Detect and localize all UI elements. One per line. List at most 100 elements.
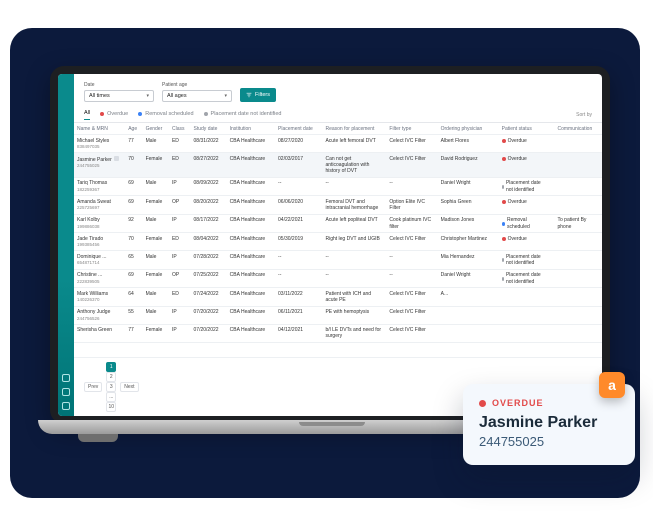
cell-institution: CBA Healthcare	[227, 214, 275, 233]
table-row[interactable]: Michael Styles83849703577MaleED08/31/202…	[74, 135, 602, 153]
col-gender[interactable]: Gender	[143, 123, 169, 135]
cell-class: IP	[169, 177, 191, 196]
cell-status: Overdue	[499, 233, 555, 251]
date-filter-select[interactable]: All times ▾	[84, 90, 154, 102]
col-physician[interactable]: Ordering physician	[438, 123, 499, 135]
cell-study: 07/25/2022	[191, 269, 227, 288]
status-dot-icon	[502, 222, 505, 226]
table-row[interactable]: Sherisha Green77FemaleIP07/20/2022CBA He…	[74, 324, 602, 343]
cell-reason: --	[322, 251, 386, 270]
cell-reason: b/l LE DVTs and need for surgery	[322, 324, 386, 343]
cell-reason: --	[322, 269, 386, 288]
table-row[interactable]: Dominique ...65487171465MaleIP07/28/2022…	[74, 251, 602, 270]
col-institution[interactable]: Institution	[227, 123, 275, 135]
col-class[interactable]: Class	[169, 123, 191, 135]
cell-placement: --	[275, 177, 322, 196]
filters-button[interactable]: Filters	[240, 88, 276, 102]
side-rail	[58, 74, 74, 416]
col-age[interactable]: Age	[125, 123, 142, 135]
cell-status: Placement date not identified	[499, 269, 555, 288]
cell-institution: CBA Healthcare	[227, 251, 275, 270]
cell-communication	[555, 269, 603, 288]
col-filter-type[interactable]: Filter type	[386, 123, 437, 135]
pager-prev[interactable]: Prev	[84, 382, 102, 392]
table-row[interactable]: Jade Tirado19938545670FemaleED08/04/2022…	[74, 233, 602, 251]
table-row[interactable]: Mark Williams14022637064MaleED07/24/2022…	[74, 288, 602, 307]
cell-age: 70	[125, 153, 142, 178]
col-placement[interactable]: Placement date	[275, 123, 322, 135]
cell-filter-type: Celect IVC Filter	[386, 135, 437, 153]
table-row[interactable]: Anthony Judge24475652655MaleIP07/20/2022…	[74, 306, 602, 324]
settings-icon[interactable]	[62, 402, 70, 410]
table-row[interactable]: Amanda Sweat22572569769FemaleOP08/20/202…	[74, 196, 602, 215]
cell-placement: --	[275, 269, 322, 288]
cell-communication	[555, 153, 603, 178]
pager-page[interactable]: ...	[106, 392, 116, 402]
cell-gender: Female	[143, 269, 169, 288]
tab-overdue[interactable]: Overdue	[100, 111, 128, 120]
status-dot-icon	[502, 139, 506, 143]
cell-age: 69	[125, 269, 142, 288]
pager-page[interactable]: 2	[106, 372, 116, 382]
col-name[interactable]: Name & MRN	[74, 123, 125, 135]
cell-name: Jade Tirado199385456	[74, 233, 125, 251]
cell-status	[499, 288, 555, 307]
cell-gender: Male	[143, 214, 169, 233]
cell-gender: Female	[143, 153, 169, 178]
pager-page[interactable]: 3	[106, 382, 116, 392]
cell-physician: Christopher Martinez	[438, 233, 499, 251]
table-row[interactable]: Christine ...22283950569FemaleOP07/25/20…	[74, 269, 602, 288]
col-study[interactable]: Study date	[191, 123, 227, 135]
tab-placement-unknown[interactable]: Placement date not identified	[204, 111, 282, 120]
status-dot-icon	[502, 185, 504, 189]
cell-class: IP	[169, 324, 191, 343]
col-reason[interactable]: Reason for placement	[322, 123, 386, 135]
age-filter-label: Patient age	[162, 82, 232, 88]
col-patient-status[interactable]: Patient status	[499, 123, 555, 135]
cell-filter-type: Celect IVC Filter	[386, 306, 437, 324]
cell-gender: Male	[143, 135, 169, 153]
cell-class: OP	[169, 196, 191, 215]
tab-all[interactable]: All	[84, 110, 90, 120]
cell-physician	[438, 324, 499, 343]
date-filter-label: Date	[84, 82, 154, 88]
laptop-foot	[78, 434, 118, 442]
cell-reason: Acute left femoral DVT	[322, 135, 386, 153]
cell-reason: Can not get anticoagulation with history…	[322, 153, 386, 178]
cell-study: 07/20/2022	[191, 324, 227, 343]
pager-next[interactable]: Next	[120, 382, 138, 392]
status-dot-icon	[502, 200, 506, 204]
col-communication[interactable]: Communication	[555, 123, 603, 135]
cell-class: IP	[169, 306, 191, 324]
cell-age: 70	[125, 233, 142, 251]
cell-gender: Male	[143, 177, 169, 196]
cell-placement: 04/12/2021	[275, 324, 322, 343]
pager-page[interactable]: 1	[106, 362, 116, 372]
tab-removal-scheduled[interactable]: Removal scheduled	[138, 111, 193, 120]
cell-name: Christine ...222839505	[74, 269, 125, 288]
cell-name: Dominique ...654871714	[74, 251, 125, 270]
cell-class: ED	[169, 153, 191, 178]
cell-placement: 06/06/2020	[275, 196, 322, 215]
age-filter-value: All ages	[167, 93, 187, 99]
table-row[interactable]: Tariq Thomas18225936769MaleIP08/09/2022C…	[74, 177, 602, 196]
cell-age: 64	[125, 288, 142, 307]
cell-physician	[438, 306, 499, 324]
cell-status: Placement date not identified	[499, 177, 555, 196]
cell-study: 08/20/2022	[191, 196, 227, 215]
chevron-down-icon: ▾	[224, 93, 227, 99]
cell-placement: 05/30/2019	[275, 233, 322, 251]
date-filter-value: All times	[89, 93, 110, 99]
pager-page[interactable]: 10	[106, 402, 116, 412]
cell-physician: Daniel Wright	[438, 177, 499, 196]
sort-by[interactable]: Sort by	[576, 112, 592, 118]
user-icon[interactable]	[62, 374, 70, 382]
table-row[interactable]: Karl Kolby19988603892MaleIP08/17/2022CBA…	[74, 214, 602, 233]
cell-study: 07/28/2022	[191, 251, 227, 270]
age-filter-select[interactable]: All ages ▾	[162, 90, 232, 102]
cell-status: Overdue	[499, 153, 555, 178]
help-icon[interactable]	[62, 388, 70, 396]
filter-bar: Date All times ▾ Patient age All ages ▾	[74, 74, 602, 108]
table-row[interactable]: Jasmine Parker24475502570FemaleED08/27/2…	[74, 153, 602, 178]
cell-institution: CBA Healthcare	[227, 324, 275, 343]
